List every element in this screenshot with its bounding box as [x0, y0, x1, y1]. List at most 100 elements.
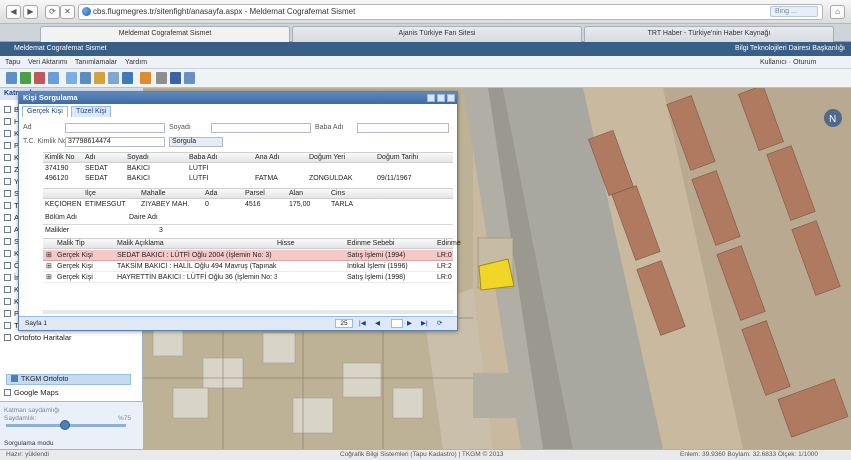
info-icon[interactable]: [184, 72, 195, 84]
tab-2[interactable]: Ajanis Türkiye Fan Sitesi: [292, 26, 582, 42]
area-icon[interactable]: [80, 72, 91, 84]
page-size-select[interactable]: 25: [335, 319, 353, 328]
menu-yardim[interactable]: Yardım: [125, 56, 147, 69]
layer-tkgm-ortofoto[interactable]: TKGM Ortofoto: [6, 374, 131, 385]
column-header[interactable]: Edinme: [437, 239, 467, 249]
checkbox-icon[interactable]: [4, 250, 11, 257]
checkbox-icon[interactable]: [4, 202, 11, 209]
column-header[interactable]: Doğum Tarihi: [377, 153, 447, 163]
checkbox-icon[interactable]: [11, 375, 18, 382]
next-page-icon[interactable]: ▶: [407, 319, 412, 327]
column-header[interactable]: Adı: [85, 153, 127, 163]
column-header[interactable]: Alan: [289, 189, 331, 199]
column-header[interactable]: Ana Adı: [255, 153, 309, 163]
checkbox-icon[interactable]: [4, 274, 11, 281]
owner-row[interactable]: ⊞ Gerçek Kişi SEDAT BAKICI : LÜTFİ Oğlu 20…: [43, 250, 453, 261]
checkbox-icon[interactable]: [4, 238, 11, 245]
forward-icon[interactable]: ▶: [23, 5, 38, 19]
home-icon[interactable]: ⌂: [830, 5, 845, 19]
search-button[interactable]: Sorgula: [169, 137, 223, 147]
column-header[interactable]: Malik Tip: [57, 239, 117, 249]
checkbox-icon[interactable]: [4, 389, 11, 396]
last-page-icon[interactable]: ▶|: [421, 319, 428, 327]
opacity-slider-knob[interactable]: [60, 420, 70, 430]
horizontal-scrollbar[interactable]: [43, 310, 453, 314]
column-header[interactable]: Baba Adı: [189, 153, 255, 163]
back-icon[interactable]: ◀: [6, 5, 21, 19]
user-menu[interactable]: Kullanıcı · Oturum: [760, 56, 816, 69]
checkbox-icon[interactable]: [4, 178, 11, 185]
column-header[interactable]: Soyadı: [127, 153, 189, 163]
prev-page-icon[interactable]: ◀: [375, 319, 380, 327]
column-header[interactable]: Cins: [331, 189, 381, 199]
table-row[interactable]: KEÇİÖREN ETİMESGUT ZİYABEY MAH. 0 4516 175,00…: [43, 200, 453, 210]
checkbox-icon[interactable]: [4, 190, 11, 197]
checkbox-icon[interactable]: [4, 334, 11, 341]
column-header[interactable]: Ada: [205, 189, 245, 199]
checkbox-icon[interactable]: [4, 286, 11, 293]
minimize-icon[interactable]: [427, 94, 435, 102]
checkbox-icon[interactable]: [4, 118, 11, 125]
close-icon[interactable]: [447, 94, 455, 102]
tab-1[interactable]: Meldemat Cografemat Sismet: [40, 26, 290, 42]
full-extent-icon[interactable]: [48, 72, 59, 84]
checkbox-icon[interactable]: [4, 310, 11, 317]
checkbox-icon[interactable]: [4, 106, 11, 113]
maximize-icon[interactable]: [437, 94, 445, 102]
checkbox-icon[interactable]: [4, 226, 11, 233]
expand-icon[interactable]: ⊞: [46, 272, 52, 283]
checkbox-icon[interactable]: [4, 142, 11, 149]
pan-icon[interactable]: [6, 72, 17, 84]
print-icon[interactable]: [122, 72, 133, 84]
status-center: Coğrafik Bilgi Sistemleri (Tapu Kadastro…: [340, 451, 504, 458]
tree-item-google-maps[interactable]: Google Maps: [4, 387, 59, 398]
tab-3[interactable]: TRT Haber - Türkiye'nin Haber Kaynağı: [584, 26, 834, 42]
ad-input[interactable]: [65, 123, 165, 133]
bookmark-icon[interactable]: [140, 72, 151, 84]
menu-veri-aktarimi[interactable]: Veri Aktarımı: [28, 56, 68, 69]
checkbox-icon[interactable]: [4, 154, 11, 161]
column-header[interactable]: Kimlik No: [45, 153, 85, 163]
column-header[interactable]: Mahalle: [141, 189, 205, 199]
checkbox-icon[interactable]: [4, 166, 11, 173]
tree-item[interactable]: Ortofoto Haritalar: [4, 332, 72, 343]
page-number-input[interactable]: [391, 319, 403, 328]
browser-search-input[interactable]: Bing ...: [770, 6, 818, 17]
owner-row[interactable]: ⊞ Gerçek Kişi HAYRETTİN BAKICI : LÜTFİ Oğl…: [43, 272, 453, 283]
table-row[interactable]: 496120 SEDAT BAKICI LÜTFİ FATMA ZONGULDAK 09/1…: [43, 174, 453, 184]
tab-tuzel-kisi[interactable]: Tüzel Kişi: [71, 106, 112, 117]
clear-icon[interactable]: [156, 72, 167, 84]
checkbox-icon[interactable]: [4, 298, 11, 305]
address-bar[interactable]: cbs.flugmegres.tr/sitenfight/anasayfa.as…: [78, 4, 823, 20]
soyad-input[interactable]: [211, 123, 311, 133]
tc-input[interactable]: 37798614474: [65, 137, 165, 147]
expand-icon[interactable]: ⊞: [46, 261, 52, 272]
refresh-grid-icon[interactable]: ⟳: [437, 319, 442, 327]
zoom-out-icon[interactable]: [34, 72, 45, 84]
checkbox-icon[interactable]: [4, 130, 11, 137]
column-header[interactable]: Hisse: [277, 239, 347, 249]
column-header[interactable]: Edinme Sebebi: [347, 239, 437, 249]
measure-icon[interactable]: [66, 72, 77, 84]
owner-row[interactable]: ⊞ Gerçek Kişi TAKSİM BAKICI : HALİL Oğlu 4…: [43, 261, 453, 272]
checkbox-icon[interactable]: [4, 214, 11, 221]
select-icon[interactable]: [108, 72, 119, 84]
column-header[interactable]: Parsel: [245, 189, 289, 199]
identify-icon[interactable]: [94, 72, 105, 84]
zoom-in-icon[interactable]: [20, 72, 31, 84]
menu-tapu[interactable]: Tapu: [5, 56, 20, 69]
export-icon[interactable]: [170, 72, 181, 84]
menu-tanimlamalar[interactable]: Tanımlamalar: [75, 56, 117, 69]
column-header[interactable]: Malik Açıklama: [117, 239, 277, 249]
baba-adi-input[interactable]: [357, 123, 449, 133]
stop-icon[interactable]: ✕: [60, 5, 75, 19]
checkbox-icon[interactable]: [4, 262, 11, 269]
checkbox-icon[interactable]: [4, 322, 11, 329]
column-header[interactable]: Doğum Yeri: [309, 153, 377, 163]
first-page-icon[interactable]: |◀: [359, 319, 366, 327]
refresh-icon[interactable]: ⟳: [45, 5, 60, 19]
column-header[interactable]: Ilçe: [85, 189, 141, 199]
tab-gercek-kisi[interactable]: Gerçek Kişi: [22, 106, 68, 117]
expand-icon[interactable]: ⊞: [46, 250, 52, 261]
table-row[interactable]: 374190 SEDAT BAKICI LÜTFİ: [43, 164, 453, 174]
